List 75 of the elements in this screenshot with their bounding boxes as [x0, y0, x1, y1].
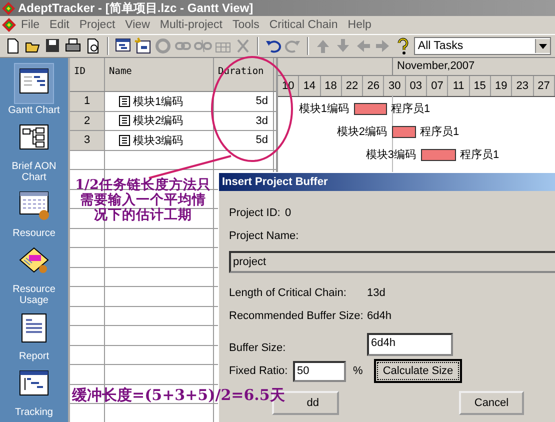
day-header: 14	[299, 76, 321, 96]
task-name: 模块1编码	[133, 94, 184, 109]
day-header: 03	[406, 76, 428, 96]
new-task-icon[interactable]	[134, 37, 152, 55]
day-header: 30	[384, 76, 406, 96]
menu-item[interactable]: Tools	[228, 19, 264, 31]
app-logo-icon[interactable]	[2, 18, 16, 32]
field-label: Buffer Size:	[229, 342, 287, 354]
menu-item[interactable]: Critical Chain	[264, 19, 343, 31]
resource-label: 程序员1	[460, 148, 500, 162]
menu-item[interactable]: View	[120, 19, 155, 31]
menu-item[interactable]: Multi-project	[154, 19, 228, 31]
day-header: 27	[534, 76, 555, 96]
resource-label: 程序员1	[420, 124, 460, 139]
annotation-note: 1/2任务链长度方法只需要输入一个平均情况下的估计工期	[74, 178, 212, 223]
row-number: 1	[70, 92, 105, 111]
field-label: Project ID:	[229, 206, 282, 218]
resource-label: 程序员1	[391, 102, 430, 116]
task-label: 模块1编码	[298, 102, 349, 116]
duration-cell: 5d	[214, 131, 274, 150]
day-header: 11	[448, 76, 470, 96]
task-bar[interactable]	[421, 149, 456, 161]
dropdown-arrow-icon	[539, 44, 547, 48]
row-number: 2	[70, 112, 105, 130]
field-label: Length of Critical Chain:	[229, 286, 348, 298]
project-id-value: 0	[285, 206, 292, 218]
view-button[interactable]: Brief AON Chart	[3, 118, 65, 184]
duration-cell: 3d	[214, 112, 274, 130]
view-button[interactable]: Tracking	[3, 364, 65, 419]
day-header: 19	[490, 76, 512, 96]
menu-item[interactable]: Project	[74, 19, 120, 31]
menu-item[interactable]: Help	[342, 19, 376, 31]
resource-sheet-icon	[17, 189, 51, 221]
app-logo-icon	[2, 2, 15, 14]
menu-item[interactable]: Edit	[44, 19, 74, 31]
view-button[interactable]: Report	[3, 308, 65, 363]
field-label: Project Name:	[229, 230, 299, 242]
window-title: AdeptTracker - [简单项目.lzc - Gantt View]	[18, 0, 254, 16]
task-name: 模块3编码	[133, 134, 184, 148]
cancel-button[interactable]: Cancel	[459, 391, 524, 415]
view-button[interactable]: Gantt Chart	[3, 62, 65, 117]
recommended-size-value: 6d4h	[367, 310, 392, 322]
column-header[interactable]: ID	[70, 58, 105, 92]
task-name: 模块2编码	[133, 114, 184, 128]
task-bar[interactable]	[354, 103, 387, 115]
column-header[interactable]: Name	[105, 58, 214, 92]
field-label: Fixed Ratio:	[229, 365, 289, 377]
task-icon	[119, 115, 130, 126]
buffer-size-field[interactable]: 6d4h	[367, 333, 453, 356]
day-header: 22	[342, 76, 364, 96]
task-filter-dropdown[interactable]: All Tasks	[414, 37, 551, 55]
view-button[interactable]: Resource Usage	[3, 241, 65, 307]
task-label: 模块3编码	[366, 148, 416, 162]
calculate-size-button[interactable]: Calculate Size	[374, 359, 462, 383]
percent-sign: %	[352, 365, 364, 377]
duration-cell: 5d	[214, 92, 274, 111]
menu-item[interactable]: File	[16, 19, 45, 31]
dialog-title: Insert Project Buffer	[219, 173, 555, 191]
day-header: 07	[427, 76, 448, 96]
field-label: Recommended Buffer Size:	[229, 310, 364, 322]
day-header: 15	[470, 76, 491, 96]
day-header: 18	[320, 76, 342, 96]
save-icon[interactable]	[44, 37, 62, 55]
task-icon	[119, 96, 130, 107]
task-label: 模块2编码	[336, 125, 387, 139]
row-number: 3	[70, 131, 105, 150]
fixed-ratio-field[interactable]: 50	[293, 360, 346, 382]
day-header: 26	[363, 76, 384, 96]
project-name-field[interactable]: project	[229, 251, 555, 273]
chain-length-value: 13d	[367, 286, 386, 298]
day-header: 23	[512, 76, 534, 96]
task-icon	[119, 134, 130, 146]
view-button[interactable]: Resource	[3, 185, 65, 240]
month-header: November,2007	[396, 59, 475, 74]
task-bar[interactable]	[392, 126, 416, 138]
